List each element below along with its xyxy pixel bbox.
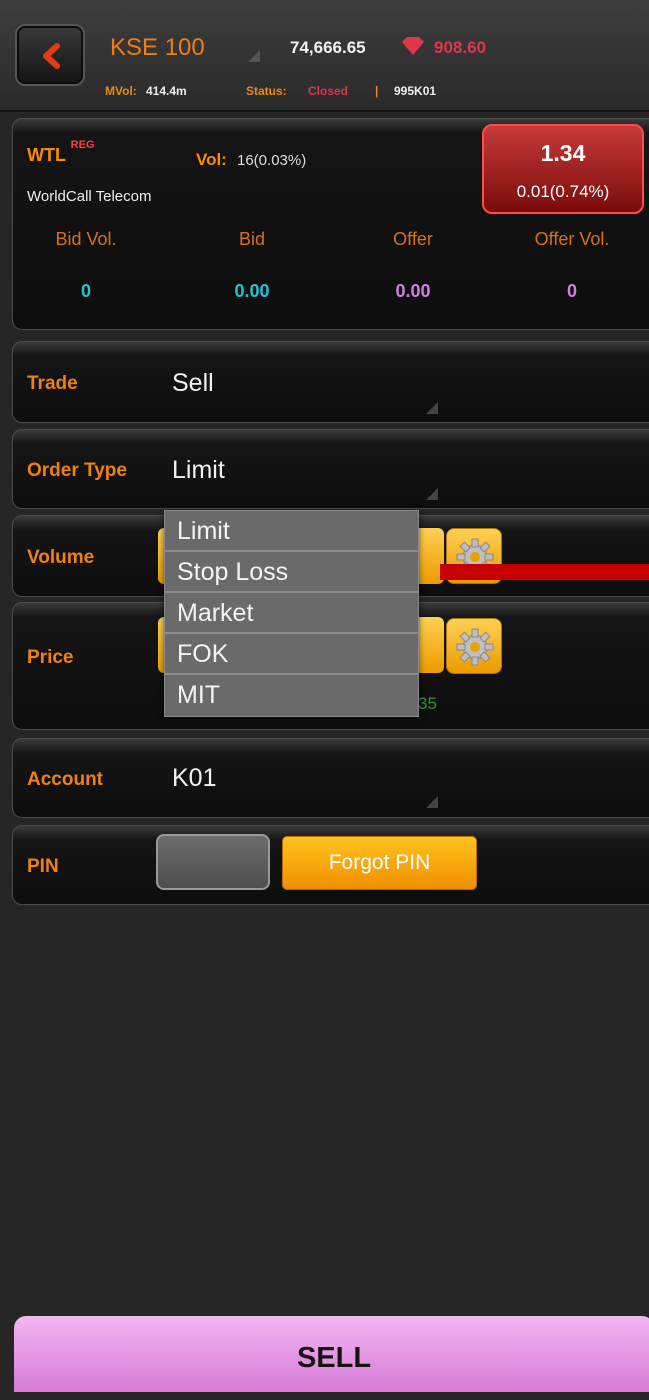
bid-value: 0.00 — [234, 281, 270, 301]
account-select[interactable]: K01 — [172, 764, 216, 793]
index-value: 74,666.65 — [290, 38, 366, 57]
offer-volume-header: Offer Vol. — [534, 229, 610, 249]
status-label: Status: — [246, 84, 287, 98]
highlight-marker — [440, 564, 649, 580]
forgot-pin-button[interactable]: Forgot PIN — [282, 836, 477, 890]
mini-chart-icon — [248, 50, 260, 62]
last-price: 1.34 — [540, 140, 586, 166]
order-type-dropdown: Limit Stop Loss Market FOK MIT — [164, 510, 419, 717]
dropdown-option-market[interactable]: Market — [165, 593, 418, 634]
diamond-down-icon — [402, 37, 424, 55]
separator: | — [375, 84, 379, 98]
mvol-value: 414.4m — [146, 84, 187, 98]
index-name[interactable]: KSE 100 — [110, 34, 205, 62]
offer-value: 0.00 — [395, 281, 431, 301]
volume-label: Vol: — [196, 150, 227, 169]
price-range-high-fragment: 35 — [418, 694, 437, 713]
dropdown-option-mit[interactable]: MIT — [165, 675, 418, 716]
volume-value: 16(0.03%) — [237, 152, 307, 169]
account-row — [12, 738, 649, 818]
account-code: 995K01 — [394, 84, 437, 98]
sell-button[interactable]: SELL — [14, 1316, 649, 1392]
gear-icon — [456, 628, 494, 666]
bid-volume-header: Bid Vol. — [55, 229, 117, 249]
mvol-label: MVol: — [105, 84, 137, 98]
price-change: 0.01(0.74%) — [516, 182, 610, 201]
price-field-label: Price — [27, 647, 74, 668]
company-name: WorldCall Telecom — [27, 188, 152, 205]
dropdown-corner-icon — [426, 402, 438, 414]
trade-label: Trade — [27, 373, 78, 394]
bid-volume-value: 0 — [80, 281, 91, 301]
account-label: Account — [27, 769, 103, 790]
symbol-code: WTL — [27, 145, 66, 165]
dropdown-option-fok[interactable]: FOK — [165, 634, 418, 675]
pin-input[interactable] — [156, 834, 270, 890]
chevron-left-icon — [43, 43, 60, 69]
trade-row — [12, 341, 649, 423]
order-type-select[interactable]: Limit — [172, 456, 225, 485]
index-change: 908.60 — [434, 38, 486, 57]
offer-volume-value: 0 — [566, 281, 577, 301]
pin-label: PIN — [27, 856, 59, 877]
dropdown-option-stop-loss[interactable]: Stop Loss — [165, 552, 418, 593]
status-value: Closed — [308, 84, 349, 98]
bid-header: Bid — [238, 229, 265, 249]
order-type-label: Order Type — [27, 460, 127, 481]
symbol: WTL REG — [27, 139, 95, 166]
dropdown-corner-icon — [426, 796, 438, 808]
dropdown-option-limit[interactable]: Limit — [165, 511, 418, 552]
market-tag: REG — [70, 139, 95, 151]
volume-field-label: Volume — [27, 547, 95, 568]
price-settings-button[interactable] — [446, 618, 502, 674]
back-button[interactable] — [15, 24, 85, 86]
dropdown-corner-icon — [426, 488, 438, 500]
trade-select[interactable]: Sell — [172, 369, 214, 398]
offer-header: Offer — [393, 229, 433, 249]
